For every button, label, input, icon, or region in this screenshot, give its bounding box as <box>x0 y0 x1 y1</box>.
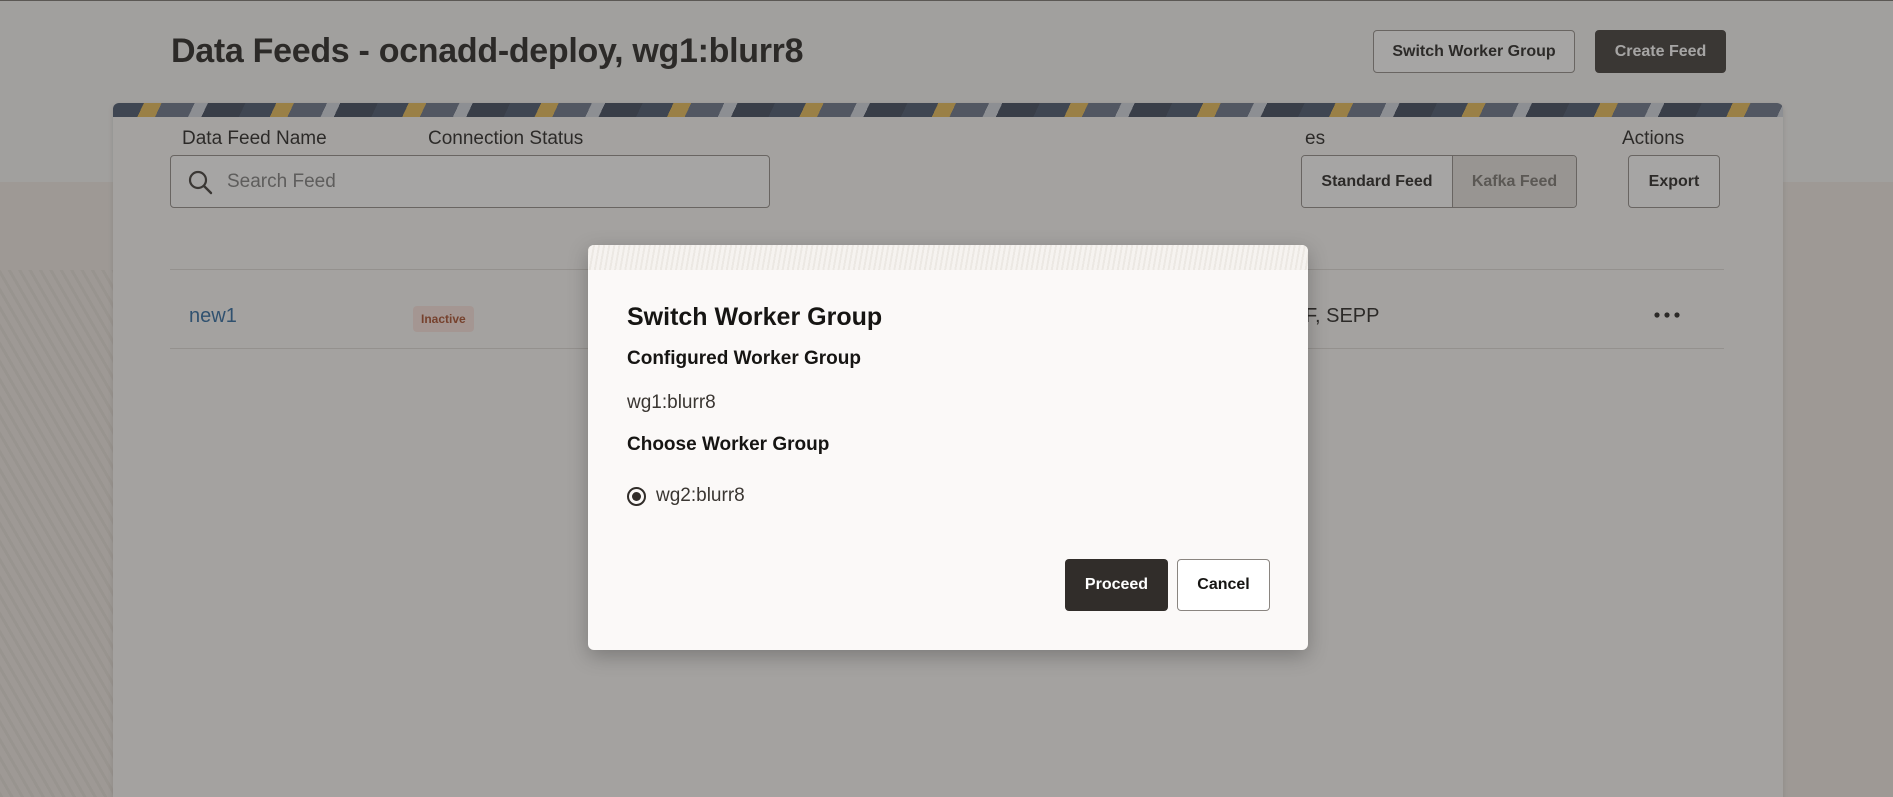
proceed-button[interactable]: Proceed <box>1065 559 1168 611</box>
dialog-title: Switch Worker Group <box>627 303 883 331</box>
configured-worker-group-value: wg1:blurr8 <box>627 392 716 413</box>
worker-group-option[interactable]: wg2:blurr8 <box>627 485 745 507</box>
radio-selected-icon[interactable] <box>627 486 646 506</box>
worker-group-option-label[interactable]: wg2:blurr8 <box>656 485 745 507</box>
dialog-banner <box>588 245 1308 270</box>
configured-worker-group-label: Configured Worker Group <box>627 348 861 369</box>
switch-worker-group-dialog: Switch Worker Group Configured Worker Gr… <box>588 245 1308 650</box>
cancel-button[interactable]: Cancel <box>1177 559 1270 611</box>
choose-worker-group-label: Choose Worker Group <box>627 434 830 455</box>
